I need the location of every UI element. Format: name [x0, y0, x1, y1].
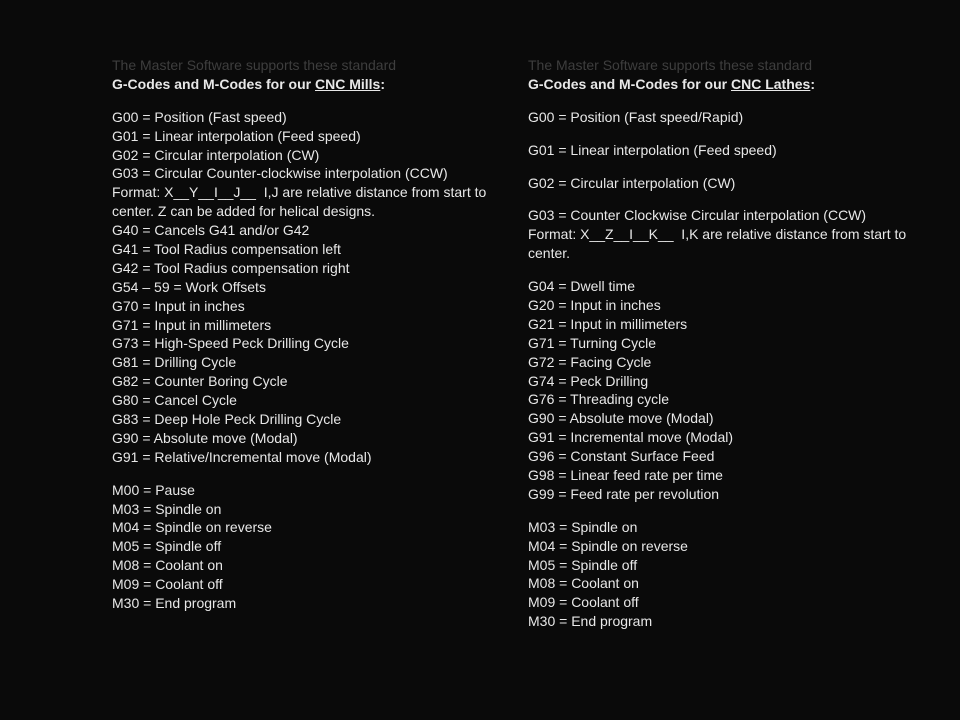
- page: The Master Software supports these stand…: [0, 0, 960, 631]
- column-lathes: The Master Software supports these stand…: [512, 56, 928, 631]
- lathes-mcode-line: M08 = Coolant on: [528, 574, 928, 593]
- mills-gcode-line: G90 = Absolute move (Modal): [112, 429, 512, 448]
- spacer: [528, 263, 928, 277]
- mills-intro-underline: CNC Mills: [315, 76, 380, 92]
- mills-gcode-line: G02 = Circular interpolation (CW): [112, 146, 512, 165]
- mills-gcode-list: G00 = Position (Fast speed)G01 = Linear …: [112, 108, 512, 467]
- lathes-intro-line1: The Master Software supports these stand…: [528, 56, 928, 75]
- mills-mcode-line: M08 = Coolant on: [112, 556, 512, 575]
- lathes-gcode-line: G76 = Threading cycle: [528, 390, 928, 409]
- lathes-mcode-line: M09 = Coolant off: [528, 593, 928, 612]
- lathes-gcode-line: G74 = Peck Drilling: [528, 372, 928, 391]
- lathes-mcode-line: M05 = Spindle off: [528, 556, 928, 575]
- mills-gcode-line: G80 = Cancel Cycle: [112, 391, 512, 410]
- spacer: [112, 467, 512, 481]
- lathes-gcode-line: G91 = Incremental move (Modal): [528, 428, 928, 447]
- lathes-intro-line2: G-Codes and M-Codes for our CNC Lathes:: [528, 75, 928, 94]
- lathe-g00: G00 = Position (Fast speed/Rapid): [528, 108, 928, 127]
- spacer: [528, 160, 928, 174]
- spacer: [528, 94, 928, 108]
- lathes-mcode-line: M30 = End program: [528, 612, 928, 631]
- mills-gcode-line: G03 = Circular Counter-clockwise interpo…: [112, 164, 512, 183]
- lathes-mcode-line: M04 = Spindle on reverse: [528, 537, 928, 556]
- mills-gcode-line: G81 = Drilling Cycle: [112, 353, 512, 372]
- mills-gcode-line: Format: X__Y__I__J__ I,J are relative di…: [112, 183, 512, 221]
- lathes-gcode-line: G20 = Input in inches: [528, 296, 928, 315]
- lathes-intro-post: :: [810, 76, 815, 92]
- mills-intro-pre: G-Codes and M-Codes for our: [112, 76, 315, 92]
- mills-intro-post: :: [380, 76, 385, 92]
- mills-gcode-line: G83 = Deep Hole Peck Drilling Cycle: [112, 410, 512, 429]
- spacer: [528, 504, 928, 518]
- lathes-gcode-rest: G04 = Dwell timeG20 = Input in inchesG21…: [528, 277, 928, 504]
- mills-gcode-line: G42 = Tool Radius compensation right: [112, 259, 512, 278]
- mills-mcode-line: M04 = Spindle on reverse: [112, 518, 512, 537]
- lathes-mcode-list: M03 = Spindle onM04 = Spindle on reverse…: [528, 518, 928, 631]
- lathes-gcode-line: G72 = Facing Cycle: [528, 353, 928, 372]
- lathes-gcode-line: G90 = Absolute move (Modal): [528, 409, 928, 428]
- lathes-gcode-line: G04 = Dwell time: [528, 277, 928, 296]
- spacer: [112, 94, 512, 108]
- mills-mcode-line: M03 = Spindle on: [112, 500, 512, 519]
- lathes-mcode-line: M03 = Spindle on: [528, 518, 928, 537]
- mills-mcode-line: M30 = End program: [112, 594, 512, 613]
- lathes-gcode-line: G71 = Turning Cycle: [528, 334, 928, 353]
- lathes-intro-pre: G-Codes and M-Codes for our: [528, 76, 731, 92]
- mills-gcode-line: G40 = Cancels G41 and/or G42: [112, 221, 512, 240]
- mills-mcode-line: M00 = Pause: [112, 481, 512, 500]
- lathes-gcode-line: G96 = Constant Surface Feed: [528, 447, 928, 466]
- mills-gcode-line: G82 = Counter Boring Cycle: [112, 372, 512, 391]
- spacer: [528, 192, 928, 206]
- mills-gcode-line: G71 = Input in millimeters: [112, 316, 512, 335]
- lathe-g01: G01 = Linear interpolation (Feed speed): [528, 141, 928, 160]
- lathe-g03-line: G03 = Counter Clockwise Circular interpo…: [528, 206, 928, 225]
- mills-gcode-line: G91 = Relative/Incremental move (Modal): [112, 448, 512, 467]
- mills-gcode-line: G73 = High-Speed Peck Drilling Cycle: [112, 334, 512, 353]
- lathe-g02: G02 = Circular interpolation (CW): [528, 174, 928, 193]
- lathes-intro-underline: CNC Lathes: [731, 76, 810, 92]
- lathes-gcode-line: G21 = Input in millimeters: [528, 315, 928, 334]
- mills-gcode-line: G01 = Linear interpolation (Feed speed): [112, 127, 512, 146]
- lathes-gcode-line: G99 = Feed rate per revolution: [528, 485, 928, 504]
- mills-gcode-line: G00 = Position (Fast speed): [112, 108, 512, 127]
- mills-intro-line1: The Master Software supports these stand…: [112, 56, 512, 75]
- mills-mcode-list: M00 = PauseM03 = Spindle onM04 = Spindle…: [112, 481, 512, 613]
- column-mills: The Master Software supports these stand…: [0, 56, 512, 631]
- mills-gcode-line: G54 – 59 = Work Offsets: [112, 278, 512, 297]
- mills-gcode-line: G70 = Input in inches: [112, 297, 512, 316]
- mills-intro-line2: G-Codes and M-Codes for our CNC Mills:: [112, 75, 512, 94]
- mills-mcode-line: M09 = Coolant off: [112, 575, 512, 594]
- lathe-g03-format: Format: X__Z__I__K__ I,K are relative di…: [528, 225, 928, 263]
- spacer: [528, 127, 928, 141]
- mills-mcode-line: M05 = Spindle off: [112, 537, 512, 556]
- lathes-gcode-line: G98 = Linear feed rate per time: [528, 466, 928, 485]
- mills-gcode-line: G41 = Tool Radius compensation left: [112, 240, 512, 259]
